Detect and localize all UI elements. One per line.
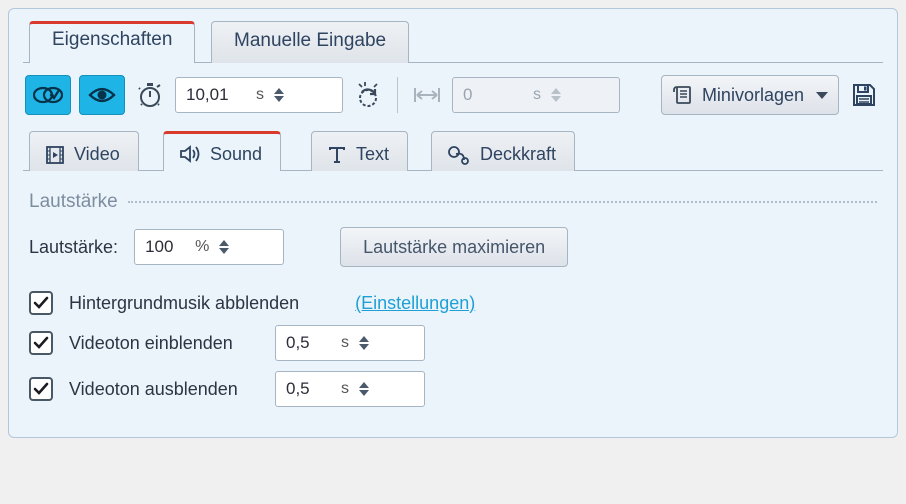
eye-icon <box>88 85 116 105</box>
duration-value[interactable] <box>184 84 254 106</box>
speaker-icon <box>178 143 202 165</box>
tab-video-label: Video <box>74 144 120 165</box>
volume-section: Lautstärke Lautstärke: % Lautstärke maxi… <box>9 171 897 437</box>
duration-input[interactable]: s <box>175 77 343 113</box>
bg-music-fade-checkbox[interactable] <box>29 291 53 315</box>
fade-out-input[interactable]: s <box>275 371 425 407</box>
volume-unit: % <box>195 238 209 256</box>
opacity-icon <box>446 144 472 166</box>
toolbar-separator <box>397 77 398 113</box>
tab-sound-label: Sound <box>210 144 262 165</box>
tab-manual-input[interactable]: Manuelle Eingabe <box>211 21 409 63</box>
mini-templates-dropdown[interactable]: Minivorlagen <box>661 75 839 115</box>
tab-text-label: Text <box>356 144 389 165</box>
volume-input[interactable]: % <box>134 229 284 265</box>
sub-tab-bar: Video Sound Text Deckkraft <box>23 121 883 171</box>
fade-out-spinner[interactable] <box>359 382 369 396</box>
width-unit: s <box>533 86 541 104</box>
fade-out-checkbox[interactable] <box>29 377 53 401</box>
width-spinner <box>551 88 561 102</box>
link-eye-icon <box>33 85 63 105</box>
top-tab-bar: Eigenschaften Manuelle Eingabe <box>23 9 883 63</box>
width-input: s <box>452 77 620 113</box>
tab-opacity[interactable]: Deckkraft <box>431 131 575 171</box>
fade-in-value[interactable] <box>284 332 339 354</box>
fade-in-unit: s <box>341 334 349 352</box>
section-divider <box>128 201 877 203</box>
template-icon <box>672 84 694 106</box>
fade-out-value[interactable] <box>284 378 339 400</box>
tab-video[interactable]: Video <box>29 131 139 171</box>
bg-music-fade-label: Hintergrundmusik abblenden <box>69 293 299 314</box>
properties-panel: Eigenschaften Manuelle Eingabe <box>8 8 898 438</box>
tab-sound[interactable]: Sound <box>163 131 281 171</box>
fade-in-input[interactable]: s <box>275 325 425 361</box>
tab-properties[interactable]: Eigenschaften <box>29 21 195 63</box>
fade-out-unit: s <box>341 380 349 398</box>
section-title-volume: Lautstärke <box>29 191 118 213</box>
link-visibility-button[interactable] <box>25 75 71 115</box>
width-value <box>461 84 531 106</box>
text-icon <box>326 144 348 166</box>
fade-out-label: Videoton ausblenden <box>69 379 259 400</box>
save-button[interactable] <box>847 78 881 112</box>
fade-in-checkbox[interactable] <box>29 331 53 355</box>
mini-templates-label: Minivorlagen <box>702 85 804 106</box>
tab-text[interactable]: Text <box>311 131 408 171</box>
stopwatch-icon <box>133 78 167 112</box>
fade-in-label: Videoton einblenden <box>69 333 259 354</box>
tab-opacity-label: Deckkraft <box>480 144 556 165</box>
settings-link[interactable]: (Einstellungen) <box>355 293 475 314</box>
volume-value[interactable] <box>143 236 193 258</box>
film-icon <box>44 144 66 166</box>
floppy-disk-icon <box>850 81 878 109</box>
fade-in-spinner[interactable] <box>359 336 369 350</box>
duration-spinner[interactable] <box>274 88 284 102</box>
volume-label: Lautstärke: <box>29 237 118 258</box>
visibility-button[interactable] <box>79 75 125 115</box>
chevron-down-icon <box>816 92 828 99</box>
duration-unit: s <box>256 86 264 104</box>
volume-spinner[interactable] <box>219 240 229 254</box>
maximize-volume-button[interactable]: Lautstärke maximieren <box>340 227 568 267</box>
width-icon <box>410 78 444 112</box>
reset-duration-button[interactable] <box>351 78 385 112</box>
toolbar: s <box>9 63 897 121</box>
